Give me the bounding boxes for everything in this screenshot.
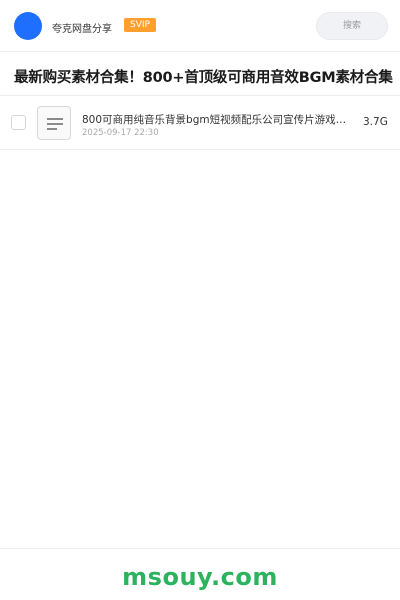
file-size: 3.7G (363, 116, 388, 128)
file-name[interactable]: 800可商用纯音乐背景bgm短视频配乐公司宣传片游戏音效素材 (82, 112, 347, 127)
username: 夸克网盘分享 (52, 24, 112, 35)
file-checkbox[interactable] (11, 115, 26, 130)
svip-badge: SVIP (124, 18, 156, 32)
file-row[interactable]: 800可商用纯音乐背景bgm短视频配乐公司宣传片游戏音效素材 2025-09-1… (0, 96, 400, 150)
footer: msouy.com (0, 548, 400, 600)
avatar[interactable] (14, 12, 42, 40)
search-input[interactable]: 搜索 (316, 12, 388, 40)
file-date: 2025-09-17 22:30 (82, 128, 159, 138)
share-title: 最新购买素材合集！800+首顶级可商用音效BGM素材合集 (14, 70, 393, 86)
watermark-text: msouy.com (122, 563, 278, 591)
document-icon (37, 106, 71, 140)
top-bar: 夸克网盘分享 SVIP 搜索 (0, 0, 400, 52)
